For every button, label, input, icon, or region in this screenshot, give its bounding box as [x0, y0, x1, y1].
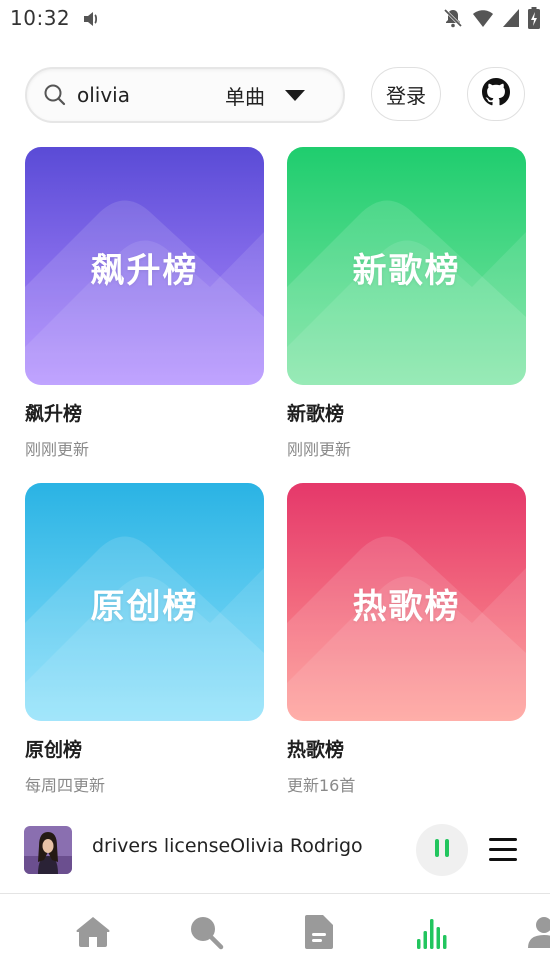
- chart-card-soaring[interactable]: 飙升榜 飙升榜 刚刚更新: [25, 147, 264, 460]
- search-bar[interactable]: 单曲: [25, 67, 345, 123]
- login-button[interactable]: 登录: [371, 67, 441, 121]
- chart-title[interactable]: 新歌榜: [287, 399, 526, 426]
- chart-cover-title: 热歌榜: [352, 587, 461, 627]
- signal-icon: [502, 8, 520, 32]
- now-playing-title[interactable]: drivers licenseOlivia Rodrigo: [92, 835, 363, 857]
- chart-cover[interactable]: 原创榜: [25, 483, 264, 721]
- chart-update-info: 每周四更新: [25, 776, 106, 795]
- status-bar: 10:32: [0, 0, 550, 38]
- chart-cover[interactable]: 热歌榜: [287, 483, 526, 721]
- nav-home[interactable]: [73, 914, 113, 954]
- nav-library[interactable]: [299, 914, 339, 954]
- chart-card-new[interactable]: 新歌榜 新歌榜 刚刚更新: [287, 147, 526, 460]
- chevron-down-icon[interactable]: [285, 90, 305, 101]
- chart-card-hot[interactable]: 热歌榜 热歌榜 更新16首: [287, 483, 526, 796]
- playlist-menu-button[interactable]: [489, 838, 517, 862]
- pause-icon: [432, 837, 452, 863]
- user-icon: [526, 914, 550, 954]
- now-playing-bar[interactable]: drivers licenseOlivia Rodrigo: [0, 808, 550, 892]
- github-icon: [482, 78, 510, 110]
- search-type-label[interactable]: 单曲: [225, 81, 265, 110]
- wifi-icon: [472, 8, 494, 32]
- battery-charging-icon: [528, 7, 540, 33]
- document-icon: [303, 914, 335, 954]
- chart-update-info: 刚刚更新: [287, 440, 352, 459]
- home-icon: [75, 915, 111, 953]
- chart-cover-title: 新歌榜: [352, 251, 461, 291]
- chart-title[interactable]: 热歌榜: [287, 735, 526, 762]
- chart-cover[interactable]: 新歌榜: [287, 147, 526, 385]
- status-icons: [442, 7, 540, 33]
- nav-profile[interactable]: [526, 914, 550, 954]
- chart-cover-title: 飙升榜: [90, 251, 199, 291]
- pause-button[interactable]: [416, 824, 468, 876]
- bottom-nav: [0, 894, 550, 979]
- chart-update-info: 刚刚更新: [25, 440, 90, 459]
- chart-bars-icon: [415, 915, 451, 953]
- nav-charts[interactable]: [413, 914, 453, 954]
- search-input[interactable]: [75, 79, 219, 111]
- chart-cover[interactable]: 飙升榜: [25, 147, 264, 385]
- album-art[interactable]: [24, 826, 72, 874]
- nav-search[interactable]: [186, 914, 226, 954]
- status-time: 10:32: [10, 6, 71, 30]
- chart-cover-title: 原创榜: [90, 587, 199, 627]
- chart-card-original[interactable]: 原创榜 原创榜 每周四更新: [25, 483, 264, 796]
- chart-title[interactable]: 飙升榜: [25, 399, 264, 426]
- search-icon: [43, 83, 67, 111]
- notifications-off-icon: [442, 7, 464, 33]
- github-button[interactable]: [467, 67, 525, 121]
- search-icon: [188, 914, 224, 954]
- chart-update-info: 更新16首: [287, 776, 356, 795]
- chart-title[interactable]: 原创榜: [25, 735, 264, 762]
- volume-icon: [82, 9, 102, 33]
